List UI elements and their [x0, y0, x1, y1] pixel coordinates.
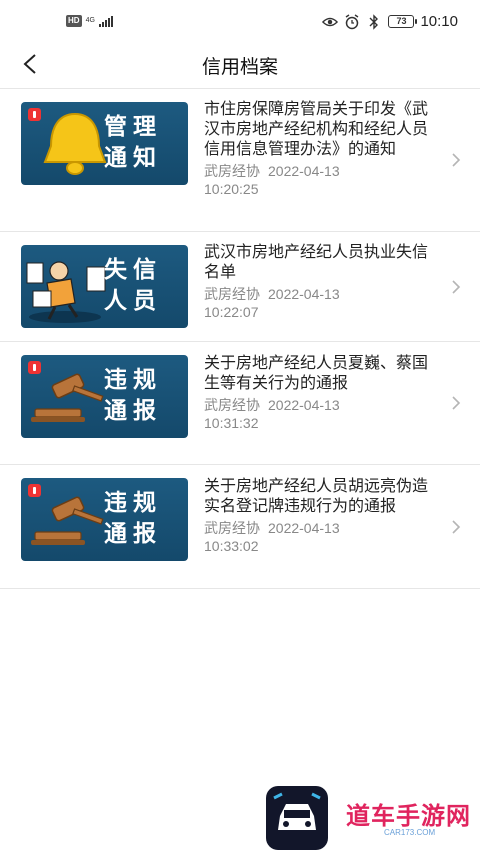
- watermark-logo: [266, 786, 328, 850]
- item-title: 关于房地产经纪人员胡远亮伪造实名登记牌违规行为的通报: [204, 478, 429, 515]
- chevron-right-icon: [452, 396, 461, 410]
- clock: 10:10: [420, 13, 458, 30]
- watermark-brand: 道车手游网: [346, 802, 471, 830]
- item-meta: 武房经协 2022-04-13 10:33:02: [204, 519, 436, 555]
- item-source: 武房经协: [204, 520, 260, 536]
- item-text: 关于房地产经纪人员胡远亮伪造实名登记牌违规行为的通报 武房经协 2022-04-1…: [204, 477, 436, 555]
- item-source: 武房经协: [204, 397, 260, 413]
- item-time: 10:22:07: [204, 304, 259, 320]
- bluetooth-icon: [366, 13, 382, 30]
- item-date: 2022-04-13: [268, 163, 340, 179]
- item-date: 2022-04-13: [268, 286, 340, 302]
- item-meta: 武房经协 2022-04-13 10:20:25: [204, 162, 436, 198]
- item-text: 关于房地产经纪人员夏巍、蔡国生等有关行为的通报 武房经协 2022-04-13 1…: [204, 354, 436, 432]
- list-item[interactable]: 违规通报 关于房地产经纪人员夏巍、蔡国生等有关行为的通报 武房经协 2022-04…: [0, 342, 480, 465]
- watermark-url: CAR173.COM: [384, 828, 436, 837]
- status-bar: HD 4G 73 10:10: [0, 0, 480, 44]
- list-item[interactable]: 管理通知 市住房保障房管局关于印发《武汉市房地产经纪机构和经纪人员信用信息管理办…: [0, 89, 480, 232]
- bell-icon: [43, 112, 107, 175]
- gavel-icon: [31, 496, 104, 545]
- item-date: 2022-04-13: [268, 520, 340, 536]
- chevron-right-icon: [452, 153, 461, 167]
- page-title: 信用档案: [201, 57, 278, 78]
- thumbnail-label: 违规通报: [104, 490, 162, 547]
- chevron-right-icon: [452, 280, 461, 294]
- gavel-icon: [31, 373, 104, 422]
- battery-icon: 73: [388, 15, 418, 28]
- network-type: 4G: [85, 17, 95, 24]
- site-watermark: 道车手游网 CAR173.COM: [266, 786, 480, 852]
- status-left: HD 4G: [66, 15, 113, 27]
- item-meta: 武房经协 2022-04-13 10:22:07: [204, 285, 436, 321]
- hd-badge: HD: [66, 15, 82, 27]
- thumbnail-label: 失信人员: [104, 257, 162, 314]
- chevron-right-icon: [452, 520, 461, 534]
- list-item[interactable]: 违规通报 关于房地产经纪人员胡远亮伪造实名登记牌违规行为的通报 武房经协 2022…: [0, 465, 480, 589]
- thumbnail-label: 管理通知: [104, 114, 162, 171]
- item-meta: 武房经协 2022-04-13 10:31:32: [204, 396, 436, 432]
- signal-icon: [98, 15, 113, 27]
- alarm-icon: [344, 13, 360, 30]
- thumbnail-label: 违规通报: [104, 367, 162, 424]
- item-time: 10:33:02: [204, 538, 259, 554]
- item-thumbnail: 失信人员: [21, 245, 188, 328]
- item-thumbnail: 违规通报: [21, 478, 188, 561]
- item-source: 武房经协: [204, 163, 260, 179]
- status-right: 73 10:10: [322, 13, 458, 30]
- car-logo-icon: [273, 792, 321, 830]
- item-time: 10:20:25: [204, 181, 259, 197]
- item-thumbnail: 管理通知: [21, 102, 188, 185]
- list-item[interactable]: 失信人员 武汉市房地产经纪人员执业失信名单 武房经协 2022-04-13 10:…: [0, 232, 480, 342]
- item-title: 关于房地产经纪人员夏巍、蔡国生等有关行为的通报: [204, 355, 429, 392]
- item-date: 2022-04-13: [268, 397, 340, 413]
- item-title: 武汉市房地产经纪人员执业失信名单: [204, 244, 429, 281]
- item-thumbnail: 违规通报: [21, 355, 188, 438]
- dishonest-person-icon: [26, 261, 106, 323]
- eye-icon: [322, 14, 339, 30]
- item-title: 市住房保障房管局关于印发《武汉市房地产经纪机构和经纪人员信用信息管理办法》的通知: [204, 101, 429, 158]
- item-text: 武汉市房地产经纪人员执业失信名单 武房经协 2022-04-13 10:22:07: [204, 243, 436, 321]
- item-source: 武房经协: [204, 286, 260, 302]
- app-header: 信用档案: [0, 44, 480, 84]
- item-time: 10:31:32: [204, 415, 259, 431]
- credit-record-list: 管理通知 市住房保障房管局关于印发《武汉市房地产经纪机构和经纪人员信用信息管理办…: [0, 88, 480, 589]
- item-text: 市住房保障房管局关于印发《武汉市房地产经纪机构和经纪人员信用信息管理办法》的通知…: [204, 100, 436, 198]
